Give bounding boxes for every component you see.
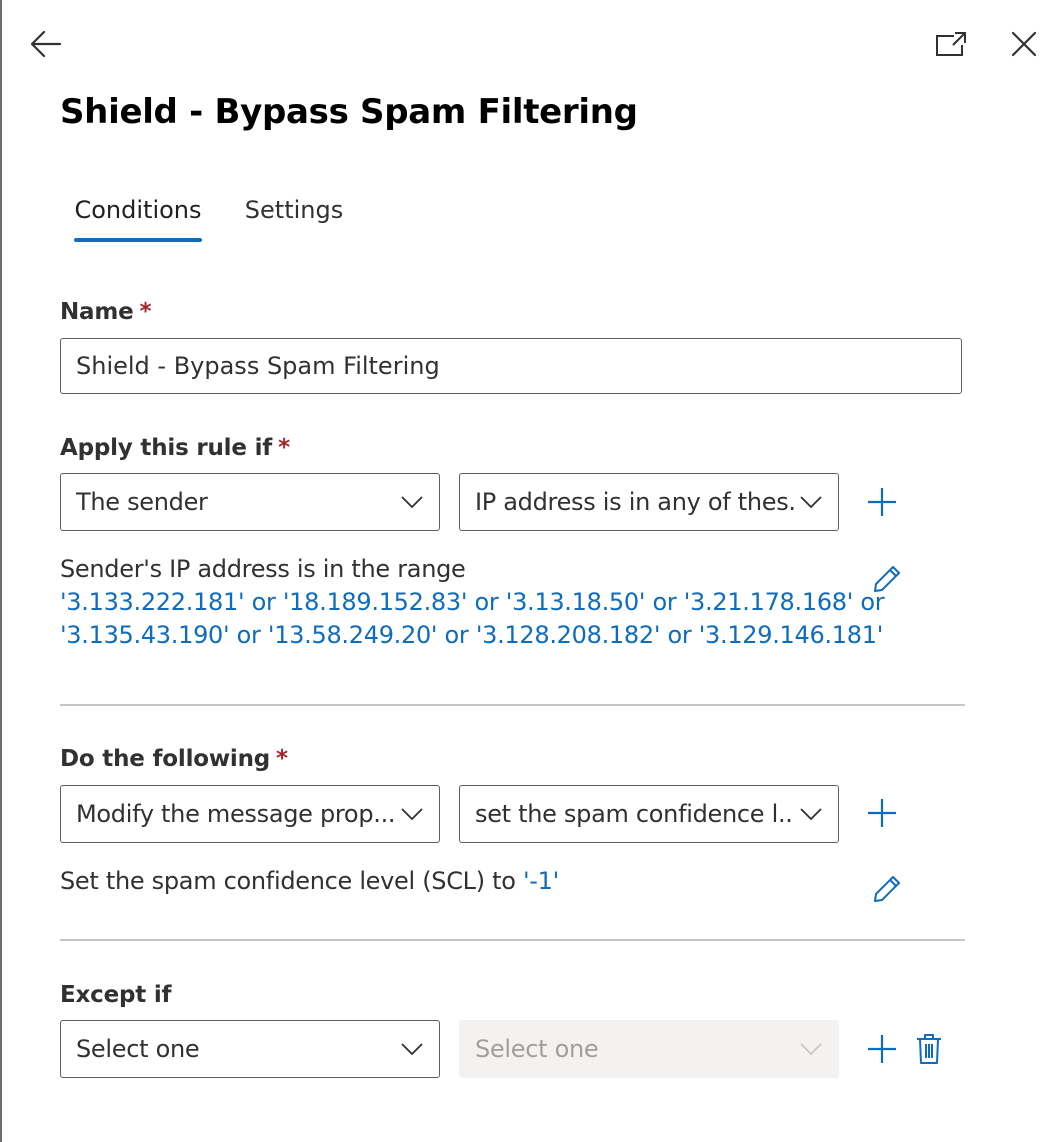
pencil-icon bbox=[874, 876, 900, 902]
pencil-icon bbox=[874, 566, 900, 592]
open-in-new-window-icon bbox=[936, 32, 966, 56]
chevron-down-icon bbox=[396, 492, 424, 512]
action-dropdown[interactable]: Modify the message prop... bbox=[60, 785, 440, 843]
action-description: Set the spam confidence level (SCL) to '… bbox=[60, 865, 559, 898]
condition-description-text: Sender's IP address is in the range bbox=[60, 555, 466, 583]
edit-condition-button[interactable] bbox=[867, 559, 907, 599]
required-marker: * bbox=[278, 435, 290, 461]
plus-icon bbox=[868, 1035, 896, 1063]
close-button[interactable] bbox=[1004, 24, 1044, 64]
dropdown-value: The sender bbox=[76, 488, 208, 516]
dropdown-value: set the spam confidence l... bbox=[475, 800, 795, 828]
do-following-label: Do the following * bbox=[60, 746, 288, 772]
close-icon bbox=[1011, 31, 1037, 57]
apply-rule-condition-dropdown[interactable]: The sender bbox=[60, 473, 440, 531]
required-marker: * bbox=[276, 746, 288, 772]
do-following-label-text: Do the following bbox=[60, 746, 271, 772]
exception-property-dropdown: Select one bbox=[459, 1020, 839, 1078]
arrow-left-icon bbox=[30, 30, 62, 58]
chevron-down-icon bbox=[795, 804, 823, 824]
section-divider bbox=[60, 939, 965, 941]
action-description-text: Set the spam confidence level (SCL) to bbox=[60, 867, 516, 895]
dropdown-value: Select one bbox=[76, 1035, 200, 1063]
apply-rule-label-text: Apply this rule if bbox=[60, 435, 273, 461]
chevron-down-icon bbox=[396, 1039, 424, 1059]
ip-address-list-link[interactable]: '3.133.222.181' or '18.189.152.83' or '3… bbox=[60, 586, 885, 619]
name-label: Name * bbox=[60, 299, 152, 325]
ip-address-list-link[interactable]: '3.135.43.190' or '13.58.249.20' or '3.1… bbox=[60, 619, 884, 652]
tab-conditions[interactable]: Conditions bbox=[74, 180, 202, 240]
chevron-down-icon bbox=[795, 1039, 823, 1059]
plus-icon bbox=[868, 799, 896, 827]
window-edge bbox=[0, 0, 2, 1142]
tab-bar: Conditions Settings bbox=[60, 180, 960, 244]
add-exception-button[interactable] bbox=[862, 1029, 902, 1069]
add-condition-button[interactable] bbox=[862, 482, 902, 522]
chevron-down-icon bbox=[795, 492, 823, 512]
apply-rule-label: Apply this rule if * bbox=[60, 435, 290, 461]
selected-tab-indicator bbox=[74, 238, 202, 242]
dropdown-value: Modify the message prop... bbox=[76, 800, 396, 828]
scl-value-link[interactable]: '-1' bbox=[523, 867, 559, 895]
condition-description: Sender's IP address is in the range '3.1… bbox=[60, 553, 885, 652]
back-button[interactable] bbox=[26, 24, 66, 64]
section-divider bbox=[60, 704, 965, 706]
apply-rule-property-dropdown[interactable]: IP address is in any of thes... bbox=[459, 473, 839, 531]
trash-icon bbox=[917, 1034, 941, 1064]
plus-icon bbox=[868, 488, 896, 516]
tab-settings[interactable]: Settings bbox=[236, 180, 352, 240]
dropdown-value: IP address is in any of thes... bbox=[475, 488, 795, 516]
dropdown-value: Select one bbox=[475, 1035, 599, 1063]
delete-exception-button[interactable] bbox=[911, 1029, 947, 1069]
required-marker: * bbox=[139, 299, 152, 325]
panel-title: Shield - Bypass Spam Filtering bbox=[60, 92, 638, 132]
popout-button[interactable] bbox=[930, 24, 972, 64]
add-action-button[interactable] bbox=[862, 793, 902, 833]
edit-action-button[interactable] bbox=[867, 869, 907, 909]
name-label-text: Name bbox=[60, 299, 134, 325]
except-if-label: Except if bbox=[60, 982, 172, 1008]
chevron-down-icon bbox=[396, 804, 424, 824]
name-input[interactable] bbox=[60, 338, 962, 394]
action-property-dropdown[interactable]: set the spam confidence l... bbox=[459, 785, 839, 843]
exception-condition-dropdown[interactable]: Select one bbox=[60, 1020, 440, 1078]
